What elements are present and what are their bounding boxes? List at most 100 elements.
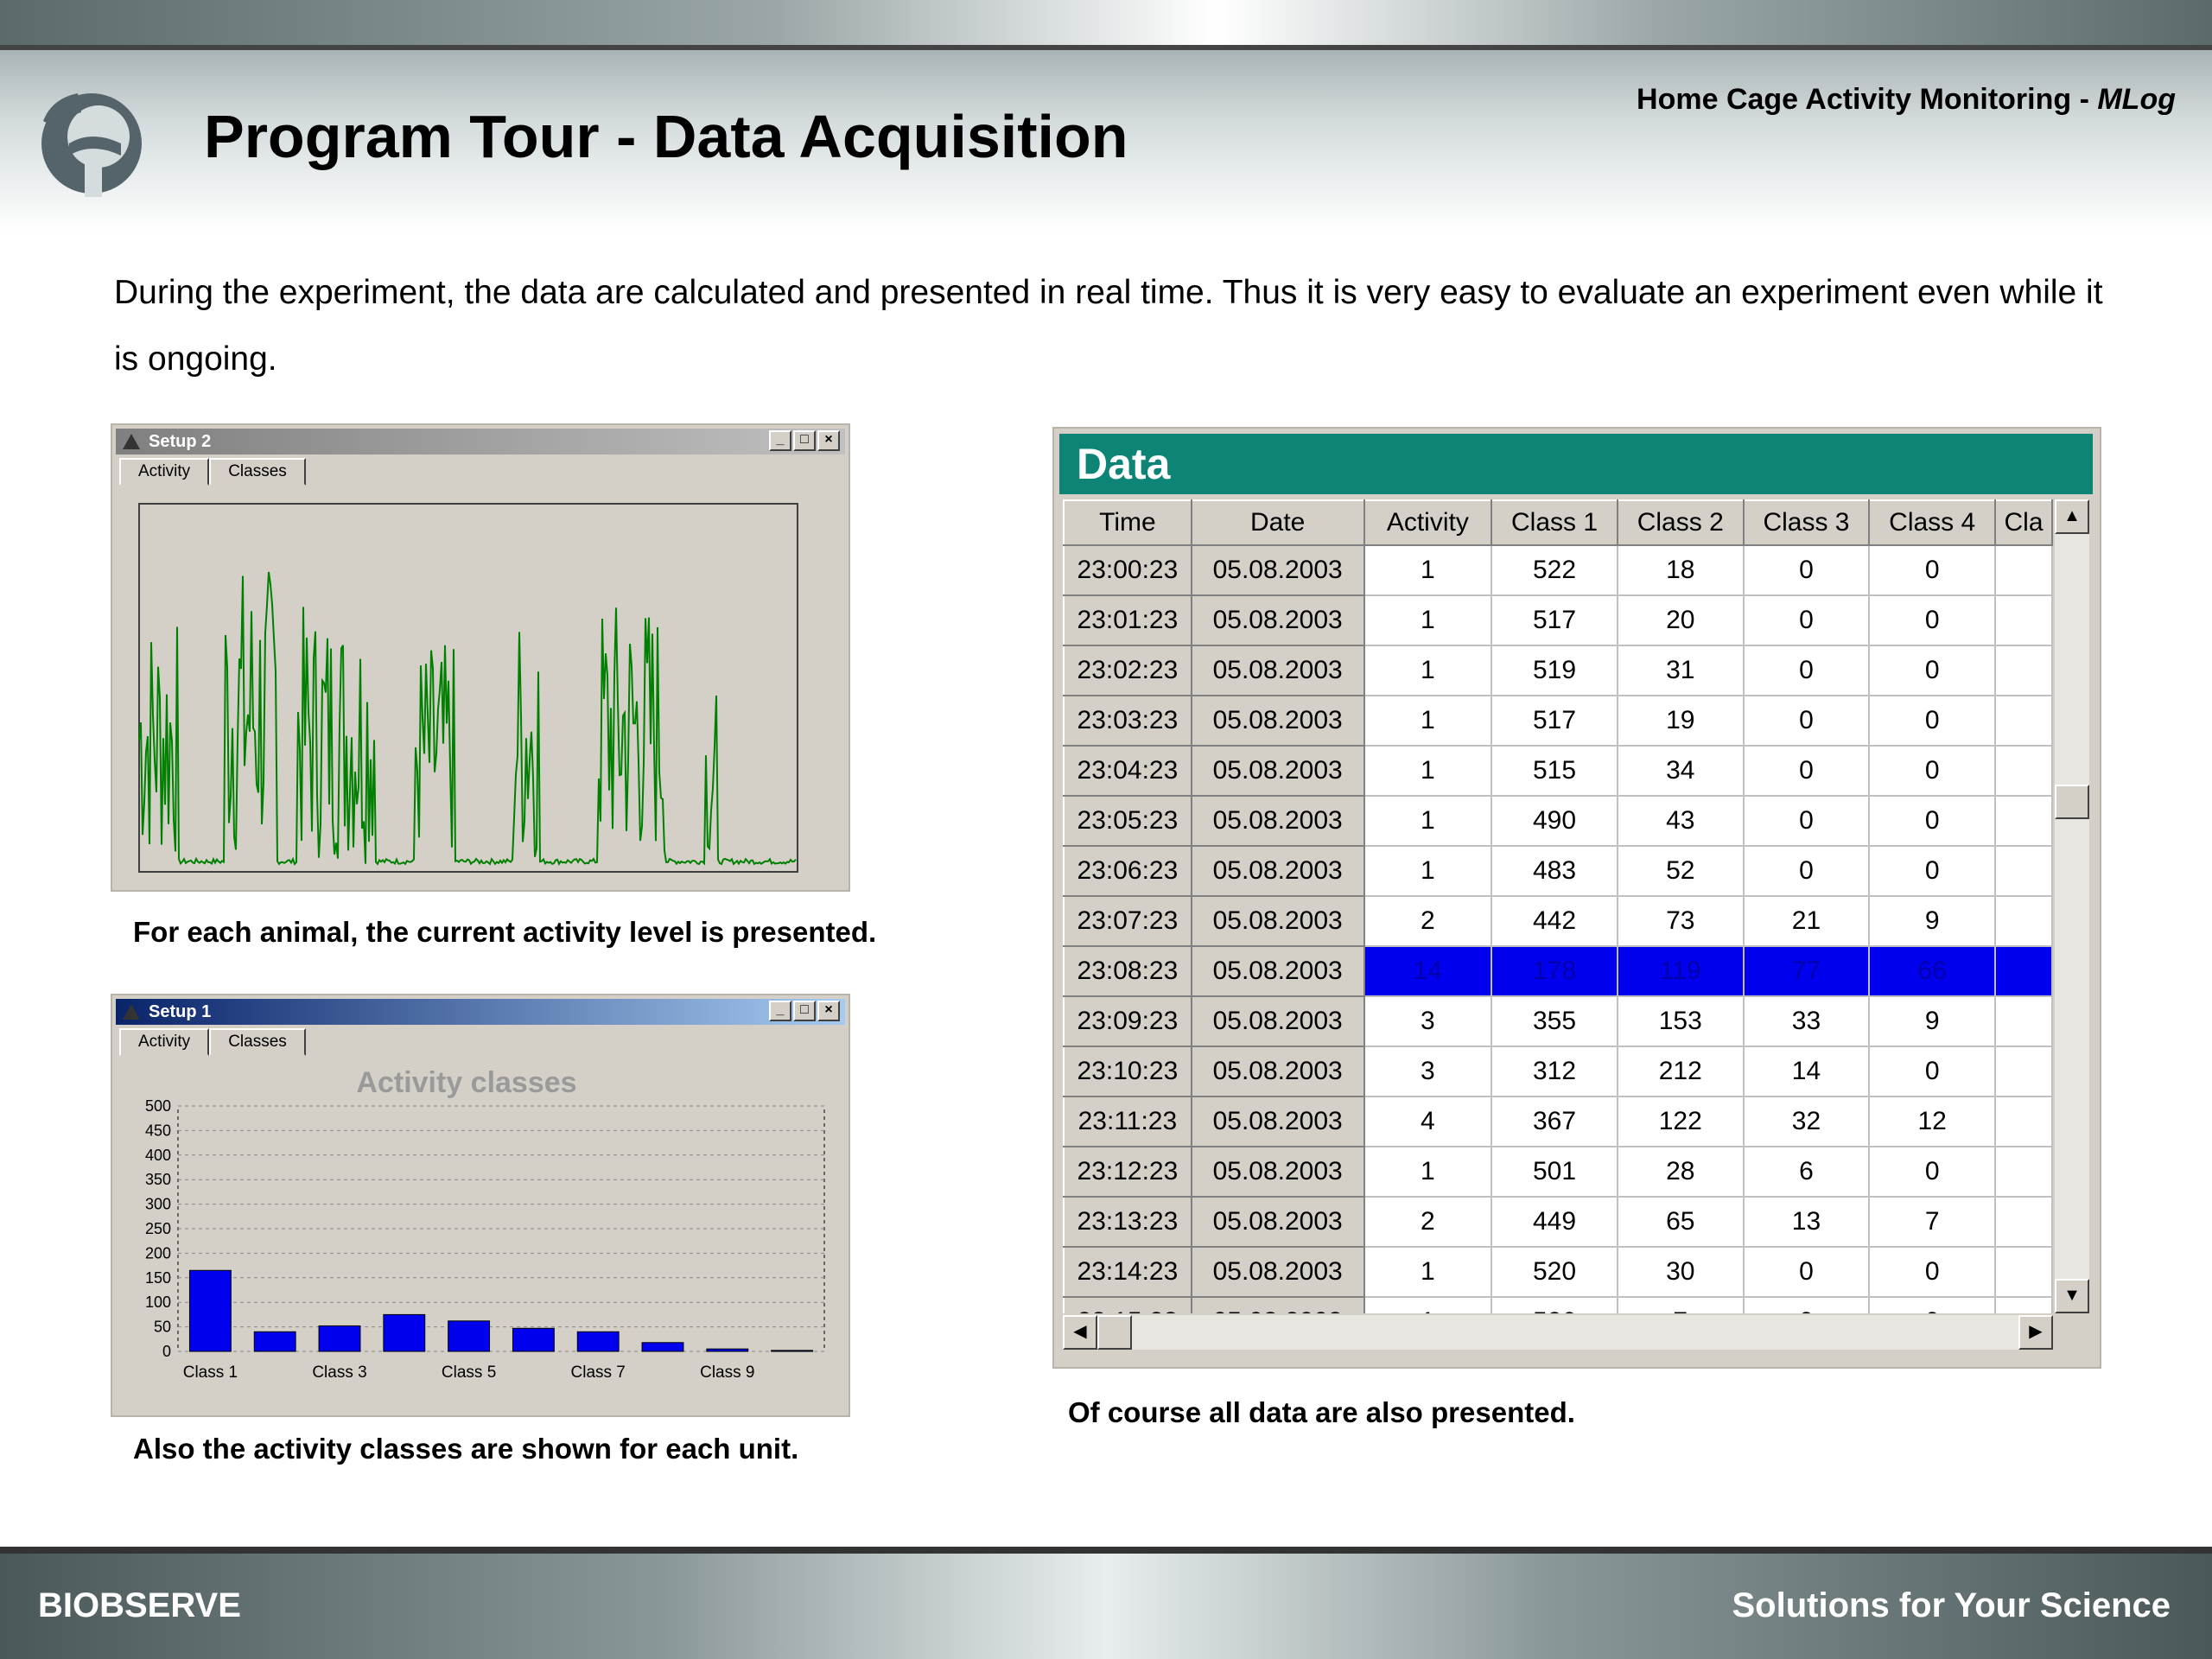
table-cell[interactable]: 1 bbox=[1363, 1147, 1493, 1198]
table-row[interactable]: 23:07:23 05.08.2003 2 442 73 21 9 bbox=[1063, 895, 2053, 947]
tab-activity[interactable]: Activity bbox=[119, 1028, 210, 1056]
table-cell[interactable]: 13 bbox=[1743, 1197, 1871, 1248]
table-cell[interactable]: 1 bbox=[1363, 796, 1493, 847]
table-cell[interactable]: 23:03:23 bbox=[1063, 695, 1192, 747]
table-cell[interactable]: 0 bbox=[1869, 746, 1997, 797]
table-cell[interactable]: 4 bbox=[1363, 1096, 1493, 1147]
vertical-scrollbar[interactable]: ▲ ▼ bbox=[2055, 499, 2089, 1313]
table-cell[interactable]: 31 bbox=[1617, 645, 1745, 696]
table-cell[interactable]: 153 bbox=[1617, 996, 1745, 1047]
table-cell[interactable]: 23:10:23 bbox=[1063, 1046, 1192, 1097]
table-cell[interactable]: 9 bbox=[1869, 996, 1997, 1047]
table-cell[interactable]: 0 bbox=[1869, 1247, 1997, 1298]
table-cell[interactable]: 23:08:23 bbox=[1063, 945, 1192, 997]
table-cell[interactable]: 05.08.2003 bbox=[1190, 995, 1365, 1047]
table-cell[interactable]: 05.08.2003 bbox=[1190, 945, 1365, 997]
scroll-down-icon[interactable]: ▼ bbox=[2055, 1279, 2089, 1313]
table-row[interactable]: 23:14:23 05.08.2003 1 520 30 0 0 bbox=[1063, 1246, 2053, 1298]
table-cell[interactable]: 9 bbox=[1869, 896, 1997, 947]
table-cell[interactable]: 7 bbox=[1617, 1297, 1745, 1313]
table-cell[interactable]: 0 bbox=[1869, 1046, 1997, 1097]
table-cell[interactable] bbox=[1995, 1147, 2053, 1198]
table-cell[interactable]: 05.08.2003 bbox=[1190, 845, 1365, 897]
table-cell[interactable]: 66 bbox=[1869, 946, 1997, 997]
table-cell[interactable]: 23:09:23 bbox=[1063, 995, 1192, 1047]
table-cell[interactable]: 05.08.2003 bbox=[1190, 594, 1365, 646]
table-cell[interactable] bbox=[1995, 746, 2053, 797]
table-cell[interactable]: 526 bbox=[1491, 1297, 1618, 1313]
table-cell[interactable]: 0 bbox=[1743, 746, 1871, 797]
table-cell[interactable]: 0 bbox=[1743, 1247, 1871, 1298]
table-row[interactable]: 23:15:2305.08.20031526700 bbox=[1063, 1296, 2053, 1313]
table-cell[interactable]: 05.08.2003 bbox=[1190, 1296, 1365, 1313]
table-cell[interactable]: 14 bbox=[1363, 946, 1493, 997]
table-cell[interactable]: 32 bbox=[1743, 1096, 1871, 1147]
table-cell[interactable]: 73 bbox=[1617, 896, 1745, 947]
table-cell[interactable] bbox=[1995, 645, 2053, 696]
table-cell[interactable]: 0 bbox=[1743, 595, 1871, 646]
column-header[interactable]: Class 3 bbox=[1742, 499, 1871, 546]
table-cell[interactable]: 517 bbox=[1491, 595, 1618, 646]
scroll-thumb[interactable] bbox=[2055, 785, 2089, 819]
table-cell[interactable]: 28 bbox=[1617, 1147, 1745, 1198]
table-cell[interactable] bbox=[1995, 946, 2053, 997]
maximize-icon[interactable]: □ bbox=[793, 430, 816, 451]
table-cell[interactable] bbox=[1995, 1046, 2053, 1097]
table-cell[interactable]: 05.08.2003 bbox=[1190, 1146, 1365, 1198]
column-header[interactable]: Time bbox=[1063, 499, 1192, 546]
table-cell[interactable]: 05.08.2003 bbox=[1190, 1096, 1365, 1147]
window-titlebar[interactable]: Setup 1 bbox=[116, 999, 845, 1025]
table-cell[interactable]: 367 bbox=[1491, 1096, 1618, 1147]
table-row[interactable]: 23:08:23 05.08.2003 14 178 119 77 66 bbox=[1063, 945, 2053, 997]
table-cell[interactable]: 0 bbox=[1869, 696, 1997, 747]
tab-classes[interactable]: Classes bbox=[209, 458, 306, 486]
table-cell[interactable] bbox=[1995, 1197, 2053, 1248]
table-cell[interactable]: 0 bbox=[1869, 846, 1997, 897]
table-cell[interactable]: 515 bbox=[1491, 746, 1618, 797]
table-cell[interactable]: 501 bbox=[1491, 1147, 1618, 1198]
table-cell[interactable]: 520 bbox=[1491, 1247, 1618, 1298]
table-cell[interactable]: 05.08.2003 bbox=[1190, 745, 1365, 797]
table-cell[interactable]: 23:07:23 bbox=[1063, 895, 1192, 947]
table-cell[interactable]: 0 bbox=[1743, 1297, 1871, 1313]
table-cell[interactable] bbox=[1995, 1096, 2053, 1147]
table-cell[interactable]: 1 bbox=[1363, 645, 1493, 696]
table-cell[interactable]: 517 bbox=[1491, 696, 1618, 747]
scroll-up-icon[interactable]: ▲ bbox=[2055, 499, 2089, 534]
table-cell[interactable]: 0 bbox=[1869, 545, 1997, 596]
table-cell[interactable] bbox=[1995, 545, 2053, 596]
table-cell[interactable]: 23:06:23 bbox=[1063, 845, 1192, 897]
column-header[interactable]: Date bbox=[1190, 499, 1365, 546]
column-header[interactable]: Class 4 bbox=[1868, 499, 1997, 546]
table-row[interactable]: 23:13:23 05.08.2003 2 449 65 13 7 bbox=[1063, 1196, 2053, 1248]
table-row[interactable]: 23:10:23 05.08.2003 3 312 212 14 0 bbox=[1063, 1046, 2053, 1097]
column-header[interactable]: Activity bbox=[1363, 499, 1493, 546]
table-cell[interactable]: 1 bbox=[1363, 846, 1493, 897]
table-cell[interactable]: 23:00:23 bbox=[1063, 544, 1192, 596]
table-cell[interactable]: 05.08.2003 bbox=[1190, 795, 1365, 847]
table-cell[interactable]: 23:14:23 bbox=[1063, 1246, 1192, 1298]
table-cell[interactable]: 77 bbox=[1743, 946, 1871, 997]
close-icon[interactable]: × bbox=[817, 1001, 840, 1021]
table-row[interactable]: 23:06:23 05.08.2003 1 483 52 0 0 bbox=[1063, 845, 2053, 897]
table-row[interactable]: 23:11:23 05.08.2003 4 367 122 32 12 bbox=[1063, 1096, 2053, 1147]
table-cell[interactable]: 312 bbox=[1491, 1046, 1618, 1097]
table-cell[interactable] bbox=[1995, 696, 2053, 747]
minimize-icon[interactable]: _ bbox=[769, 430, 791, 451]
table-cell[interactable]: 212 bbox=[1617, 1046, 1745, 1097]
table-cell[interactable]: 05.08.2003 bbox=[1190, 895, 1365, 947]
table-cell[interactable]: 0 bbox=[1743, 846, 1871, 897]
table-cell[interactable]: 0 bbox=[1869, 595, 1997, 646]
table-cell[interactable]: 0 bbox=[1743, 645, 1871, 696]
table-cell[interactable]: 52 bbox=[1617, 846, 1745, 897]
column-header[interactable]: Cla bbox=[1994, 499, 2053, 546]
table-row[interactable]: 23:03:23 05.08.2003 1 517 19 0 0 bbox=[1063, 695, 2053, 747]
table-cell[interactable]: 0 bbox=[1869, 645, 1997, 696]
table-row[interactable]: 23:00:23 05.08.2003 1 522 18 0 0 bbox=[1063, 544, 2053, 596]
table-cell[interactable]: 3 bbox=[1363, 1046, 1493, 1097]
table-cell[interactable]: 23:01:23 bbox=[1063, 594, 1192, 646]
table-cell[interactable]: 05.08.2003 bbox=[1190, 1046, 1365, 1097]
tab-classes[interactable]: Classes bbox=[209, 1028, 306, 1056]
table-cell[interactable]: 2 bbox=[1363, 1197, 1493, 1248]
table-row[interactable]: 23:05:23 05.08.2003 1 490 43 0 0 bbox=[1063, 795, 2053, 847]
